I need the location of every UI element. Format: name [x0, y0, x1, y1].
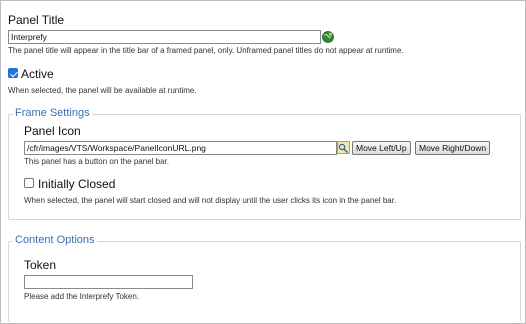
initially-closed-checkbox[interactable]	[24, 178, 34, 188]
panel-icon-help: This panel has a button on the panel bar…	[24, 157, 169, 166]
settings-page: Panel Title Interprefy The panel title w…	[0, 0, 526, 324]
initially-closed-label: Initially Closed	[38, 177, 116, 191]
content-options-legend: Content Options	[13, 234, 97, 246]
panel-title-help: The panel title will appear in the title…	[8, 46, 404, 55]
panel-icon-label: Panel Icon	[24, 124, 81, 138]
frame-settings-legend: Frame Settings	[13, 107, 92, 119]
panel-title-input[interactable]: Interprefy	[8, 30, 321, 44]
active-label: Active	[21, 67, 54, 81]
move-left-up-button[interactable]: Move Left/Up	[352, 141, 411, 155]
token-help: Please add the Interprefy Token.	[24, 292, 140, 301]
token-label: Token	[24, 258, 57, 272]
folder-browse-icon[interactable]	[337, 141, 350, 159]
token-input[interactable]	[24, 275, 193, 289]
move-right-down-button[interactable]: Move Right/Down	[415, 141, 491, 155]
initially-closed-help: When selected, the panel will start clos…	[24, 196, 397, 205]
panel-icon-input[interactable]: /cfr/images/VTS/Workspace/PanelIconURL.p…	[24, 141, 337, 155]
active-help: When selected, the panel will be availab…	[8, 86, 197, 95]
active-checkbox[interactable]	[8, 68, 18, 78]
panel-title-label: Panel Title	[8, 13, 65, 27]
